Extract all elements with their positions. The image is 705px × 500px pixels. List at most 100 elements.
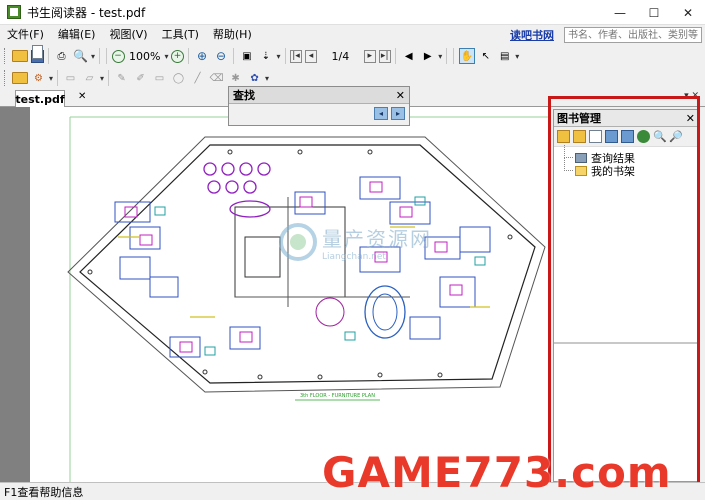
chevron-down-icon[interactable]: ▾ xyxy=(91,52,95,61)
separator xyxy=(57,70,59,86)
tab-test-pdf[interactable]: test.pdf xyxy=(15,90,65,107)
print-icon[interactable]: ⎙ xyxy=(54,48,70,64)
select-arrow-icon[interactable]: ↖ xyxy=(478,48,494,64)
toolbar-grip[interactable] xyxy=(4,70,7,86)
separator xyxy=(108,70,110,86)
export-icon[interactable] xyxy=(621,130,634,143)
page-indicator[interactable]: 1/4 xyxy=(329,50,353,63)
zoom-dropdown-icon[interactable]: ▾ xyxy=(164,52,168,61)
tree-connector xyxy=(564,158,573,171)
watermark-text: 量产资源网 Liangchan.net xyxy=(322,223,432,262)
title-bar: 书生阅读器 - test.pdf — ☐ ✕ xyxy=(0,0,705,25)
open-folder-icon[interactable] xyxy=(573,130,586,143)
menu-file[interactable]: 文件(F) xyxy=(0,25,51,45)
pencil-icon[interactable]: ✎ xyxy=(114,70,130,86)
chevron-down-icon[interactable]: ▾ xyxy=(438,52,442,61)
history-back-icon[interactable]: ◀ xyxy=(401,48,417,64)
reader-site-link[interactable]: 读吧书网 xyxy=(510,27,554,43)
tab-close-icon[interactable]: ✕ xyxy=(78,91,86,102)
menu-help[interactable]: 帮助(H) xyxy=(206,25,259,45)
find-close-icon[interactable]: ✕ xyxy=(396,89,405,102)
separator xyxy=(446,48,448,64)
settings-gear-icon[interactable]: ⚙ xyxy=(31,70,47,86)
panel-close-icon[interactable]: ✕ xyxy=(686,112,695,125)
add-book-icon[interactable] xyxy=(589,130,602,143)
ellipse-icon[interactable]: ◯ xyxy=(171,70,187,86)
layout-facing-continuous-icon[interactable] xyxy=(31,45,43,59)
zoom-in-icon[interactable]: + xyxy=(170,49,184,63)
new-folder-icon[interactable] xyxy=(557,130,570,143)
book-tree: 查询结果 我的书架 xyxy=(554,145,699,178)
watermark-cn: 量产资源网 xyxy=(322,226,432,251)
chevron-down-icon[interactable]: ▾ xyxy=(49,74,53,83)
search-advanced-icon[interactable]: 🔎 xyxy=(669,130,683,143)
find-previous-icon[interactable]: ◂ xyxy=(374,107,388,120)
rectangle-icon[interactable]: ▭ xyxy=(152,70,168,86)
book-manager-toolbar: 🔍 🔎 xyxy=(554,127,699,147)
app-logo-icon xyxy=(7,5,21,19)
separator xyxy=(188,48,190,64)
find-nav: ◂ ▸ xyxy=(374,107,405,120)
separator xyxy=(48,48,49,64)
book-manager-panel: 图书管理 ✕ 🔍 🔎 查询结果 我的书架 xyxy=(553,109,700,482)
separator xyxy=(284,48,286,64)
history-forward-icon[interactable]: ▶ xyxy=(420,48,436,64)
eraser-icon[interactable]: ⌫ xyxy=(209,70,225,86)
hand-tool-icon[interactable]: ✋ xyxy=(458,48,475,64)
watermark-en: Liangchan.net xyxy=(322,251,386,262)
marker-icon[interactable]: ✐ xyxy=(133,70,149,86)
find-icon[interactable]: 🔍 xyxy=(73,48,89,64)
rotate-icon[interactable]: ▣ xyxy=(239,48,255,64)
chevron-down-icon[interactable]: ▾ xyxy=(265,74,269,83)
find-dialog-body: ◂ ▸ xyxy=(229,104,409,125)
zoom-in-tool-icon[interactable]: ⊕ xyxy=(194,48,210,64)
menu-tools[interactable]: 工具(T) xyxy=(155,25,206,45)
note-icon[interactable]: ▱ xyxy=(82,70,98,86)
menu-view[interactable]: 视图(V) xyxy=(102,25,154,45)
comment-icon[interactable]: ▭ xyxy=(63,70,79,86)
zoom-out-tool-icon[interactable]: ⊖ xyxy=(213,48,229,64)
watermark-logo: 量产资源网 Liangchan.net xyxy=(278,222,432,262)
line-icon[interactable]: ╱ xyxy=(190,70,206,86)
annotation-settings-icon[interactable]: ✿ xyxy=(247,70,263,86)
chevron-down-icon[interactable]: ▾ xyxy=(100,74,104,83)
status-text: F1查看帮助信息 xyxy=(4,485,84,499)
stamp-icon[interactable]: ✱ xyxy=(228,70,244,86)
close-button[interactable]: ✕ xyxy=(671,0,705,25)
separator xyxy=(106,48,108,64)
prev-page-icon[interactable]: ◂ xyxy=(305,49,317,63)
watermark-emblem-icon xyxy=(279,223,317,261)
import-icon[interactable] xyxy=(605,130,618,143)
chevron-down-icon[interactable]: ▾ xyxy=(276,52,280,61)
zoom-out-icon[interactable]: − xyxy=(111,49,125,63)
separator xyxy=(453,48,455,64)
folder-icon xyxy=(575,165,587,176)
search-icon[interactable]: 🔍 xyxy=(653,130,667,143)
first-page-icon[interactable]: |◂ xyxy=(290,49,302,63)
last-page-icon[interactable]: ▸| xyxy=(378,49,391,63)
book-search-input[interactable] xyxy=(564,27,702,43)
window-title: 书生阅读器 - test.pdf xyxy=(27,5,146,20)
minimize-button[interactable]: — xyxy=(603,0,637,25)
book-manager-title: 图书管理 xyxy=(554,110,699,127)
refresh-icon[interactable] xyxy=(637,130,650,143)
open-folder-icon[interactable] xyxy=(11,50,28,62)
query-results-icon xyxy=(575,152,587,163)
find-next-icon[interactable]: ▸ xyxy=(391,107,405,120)
next-page-icon[interactable]: ▸ xyxy=(363,49,376,63)
menu-edit[interactable]: 编辑(E) xyxy=(51,25,103,45)
zoom-level[interactable]: 100% xyxy=(126,50,163,63)
window-controls: — ☐ ✕ xyxy=(603,0,705,25)
separator xyxy=(99,48,101,64)
floor-plan-drawing: 3th FLOOR - FURNITURE PLAN xyxy=(67,116,550,482)
tab-strip-controls[interactable]: ▾ ✕ xyxy=(684,91,699,101)
app-window: 书生阅读器 - test.pdf — ☐ ✕ 文件(F) 编辑(E) 视图(V)… xyxy=(0,0,705,500)
toolbar-grip[interactable] xyxy=(4,48,7,64)
tree-item-my-bookshelf[interactable]: 我的书架 xyxy=(564,158,699,178)
snapshot-icon[interactable]: ⇣ xyxy=(258,48,274,64)
bookmark-icon[interactable] xyxy=(11,72,28,84)
chevron-down-icon[interactable]: ▾ xyxy=(515,52,519,61)
select-text-icon[interactable]: ▤ xyxy=(497,48,513,64)
maximize-button[interactable]: ☐ xyxy=(637,0,671,25)
document-viewport[interactable]: 3th FLOOR - FURNITURE PLAN xyxy=(0,107,550,482)
